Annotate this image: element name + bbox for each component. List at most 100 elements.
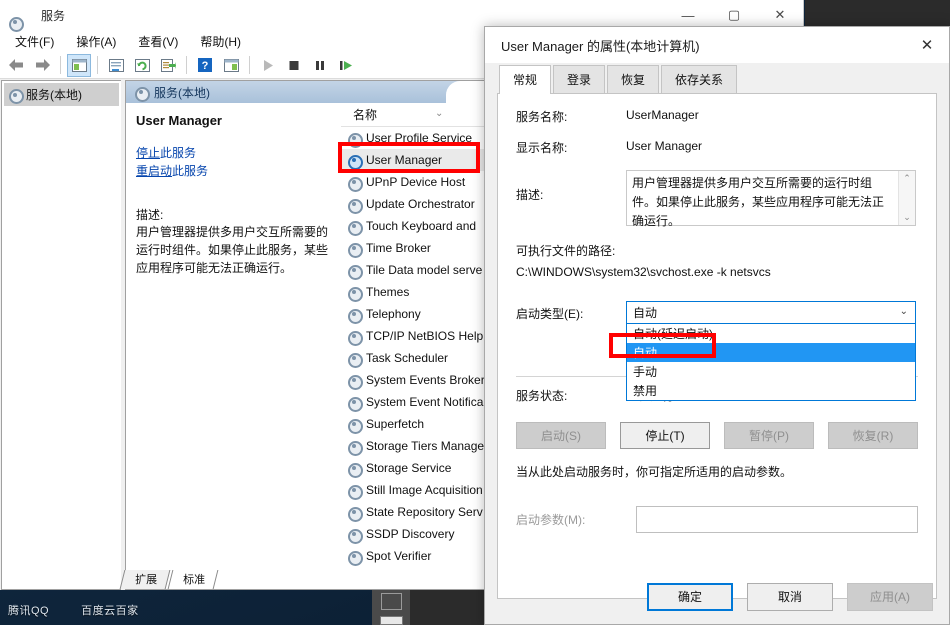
toolbar-separator	[249, 56, 250, 74]
gear-icon	[347, 484, 363, 500]
display-name-row: 显示名称: User Manager	[498, 139, 936, 156]
option-manual[interactable]: 手动	[627, 362, 915, 381]
start-service-icon[interactable]	[256, 54, 280, 77]
selected-service-title: User Manager	[136, 113, 222, 128]
resume-button: 恢复(R)	[828, 422, 918, 449]
toolbar-separator	[60, 56, 61, 74]
tab-general[interactable]: 常规	[499, 65, 552, 94]
description-label: 描述:	[516, 188, 544, 202]
forward-icon[interactable]	[30, 54, 54, 77]
scroll-down-icon[interactable]: ⌄	[903, 212, 911, 223]
gear-icon	[347, 440, 363, 456]
services-app-icon	[8, 16, 24, 32]
service-status-label: 服务状态:	[516, 389, 568, 403]
stop-service-link[interactable]: 停止此服务	[136, 144, 330, 162]
service-list-item-label: SSDP Discovery	[366, 527, 455, 541]
service-list-item-label: Tile Data model serve	[366, 263, 483, 277]
tab-standard[interactable]: 标准	[167, 570, 219, 589]
restart-link-rest: 此服务	[172, 164, 209, 178]
restart-service-link[interactable]: 重启动此服务	[136, 162, 330, 180]
service-description-line-3: 应用程序可能无法正确运行。	[136, 261, 293, 275]
tab-extended[interactable]: 扩展	[119, 570, 171, 589]
service-list-item-label: User Manager	[366, 153, 443, 167]
dialog-title: User Manager 的属性(本地计算机)	[501, 38, 700, 54]
desktop-icon-qq[interactable]: 腾讯QQ	[8, 602, 49, 618]
service-control-buttons: 启动(S) 停止(T) 暂停(P) 恢复(R)	[498, 422, 936, 449]
close-icon[interactable]: ✕	[905, 27, 949, 63]
svg-text:?: ?	[202, 60, 209, 72]
properties-icon[interactable]	[104, 54, 128, 77]
tab-recovery[interactable]: 恢复	[607, 65, 660, 94]
console-tree-pane: 服务(本地)	[1, 80, 121, 590]
tree-node-services-local[interactable]: 服务(本地)	[4, 83, 119, 106]
dialog-general-panel: 服务名称: UserManager 显示名称: User Manager 描述:…	[497, 93, 937, 599]
export-list-icon[interactable]	[156, 54, 180, 77]
services-window-title: 服务	[41, 8, 66, 23]
service-info-panel: User Manager 停止此服务 重启动此服务 描述: 用户管理器提供多用户…	[126, 103, 340, 589]
show-action-pane-icon[interactable]	[219, 54, 243, 77]
start-parameters-input[interactable]	[636, 506, 918, 533]
startup-type-label: 启动类型(E):	[516, 307, 584, 321]
service-list-item-label: Storage Tiers Manage	[366, 439, 485, 453]
apply-button: 应用(A)	[847, 582, 933, 611]
service-list-item-label: Superfetch	[366, 417, 425, 431]
service-list-item-label: Time Broker	[366, 241, 431, 255]
scroll-up-icon[interactable]: ⌃	[903, 173, 911, 184]
help-icon[interactable]: ?	[193, 54, 217, 77]
service-list-item-label: State Repository Serv	[366, 505, 483, 519]
service-list-item-label: Task Scheduler	[366, 351, 449, 365]
gear-icon	[347, 176, 363, 192]
toolbar-separator	[186, 56, 187, 74]
chevron-down-icon[interactable]: ⌄	[900, 306, 908, 317]
refresh-icon[interactable]	[130, 54, 154, 77]
desktop-icon-baiduyun[interactable]: 百度云百家	[81, 602, 139, 618]
pause-service-icon[interactable]	[308, 54, 332, 77]
description-scrollbar[interactable]: ⌃ ⌄	[898, 171, 915, 225]
restart-service-icon[interactable]	[334, 54, 358, 77]
gear-icon	[347, 550, 363, 566]
startup-type-combobox[interactable]: 自动 ⌄	[626, 301, 916, 324]
back-icon[interactable]	[4, 54, 28, 77]
show-tree-icon[interactable]	[67, 53, 91, 77]
gear-icon	[347, 132, 363, 148]
service-properties-dialog: User Manager 的属性(本地计算机) ✕ 常规 登录 恢复 依存关系 …	[484, 26, 950, 625]
service-description-line-1: 用户管理器提供多用户交互所需要的	[136, 225, 329, 239]
tree-node-label: 服务(本地)	[26, 88, 82, 102]
service-name-value: UserManager	[626, 108, 699, 122]
gear-icon	[347, 154, 363, 170]
gear-icon	[347, 396, 363, 412]
cancel-button[interactable]: 取消	[747, 582, 833, 611]
service-list-item-label: System Events Broker	[366, 373, 485, 387]
description-value: 用户管理器提供多用户交互所需要的运行时组件。如果停止此服务，某些应用程序可能无法…	[632, 176, 885, 228]
description-textbox[interactable]: 用户管理器提供多用户交互所需要的运行时组件。如果停止此服务，某些应用程序可能无法…	[626, 170, 916, 228]
menu-action[interactable]: 操作(A)	[67, 31, 125, 52]
menu-help[interactable]: 帮助(H)	[191, 31, 250, 52]
display-name-value[interactable]: User Manager	[626, 139, 702, 153]
executable-path-label: 可执行文件的路径:	[516, 244, 616, 258]
tab-logon[interactable]: 登录	[553, 65, 606, 94]
ok-button[interactable]: 确定	[647, 582, 733, 611]
option-disabled[interactable]: 禁用	[627, 381, 915, 400]
service-list-item-label: User Profile Service	[366, 131, 473, 145]
stop-button[interactable]: 停止(T)	[620, 422, 710, 449]
stop-service-icon[interactable]	[282, 54, 306, 77]
gear-icon	[347, 242, 363, 258]
service-list-item-label: TCP/IP NetBIOS Help	[366, 329, 484, 343]
chevron-down-icon: ⌄	[435, 108, 444, 119]
menu-view[interactable]: 查看(V)	[129, 31, 187, 52]
pause-button: 暂停(P)	[724, 422, 814, 449]
option-automatic[interactable]: 自动	[627, 343, 915, 362]
gear-icon	[134, 86, 150, 102]
gear-icon	[347, 528, 363, 544]
tray-sheet-icon[interactable]	[380, 616, 403, 625]
description-row: 描述: 用户管理器提供多用户交互所需要的运行时组件。如果停止此服务，某些应用程序…	[498, 170, 936, 228]
tab-dependencies[interactable]: 依存关系	[661, 65, 738, 94]
gear-icon	[8, 88, 24, 104]
option-automatic-delayed[interactable]: 自动(延迟启动)	[627, 324, 915, 343]
service-name-row: 服务名称: UserManager	[498, 108, 936, 125]
tab-extended-label: 扩展	[135, 574, 158, 586]
executable-path-value: C:\WINDOWS\system32\svchost.exe -k netsv…	[516, 265, 771, 279]
stop-link-underline: 停止	[136, 146, 161, 160]
menu-file[interactable]: 文件(F)	[6, 31, 63, 52]
tray-frame-icon[interactable]	[381, 593, 402, 610]
